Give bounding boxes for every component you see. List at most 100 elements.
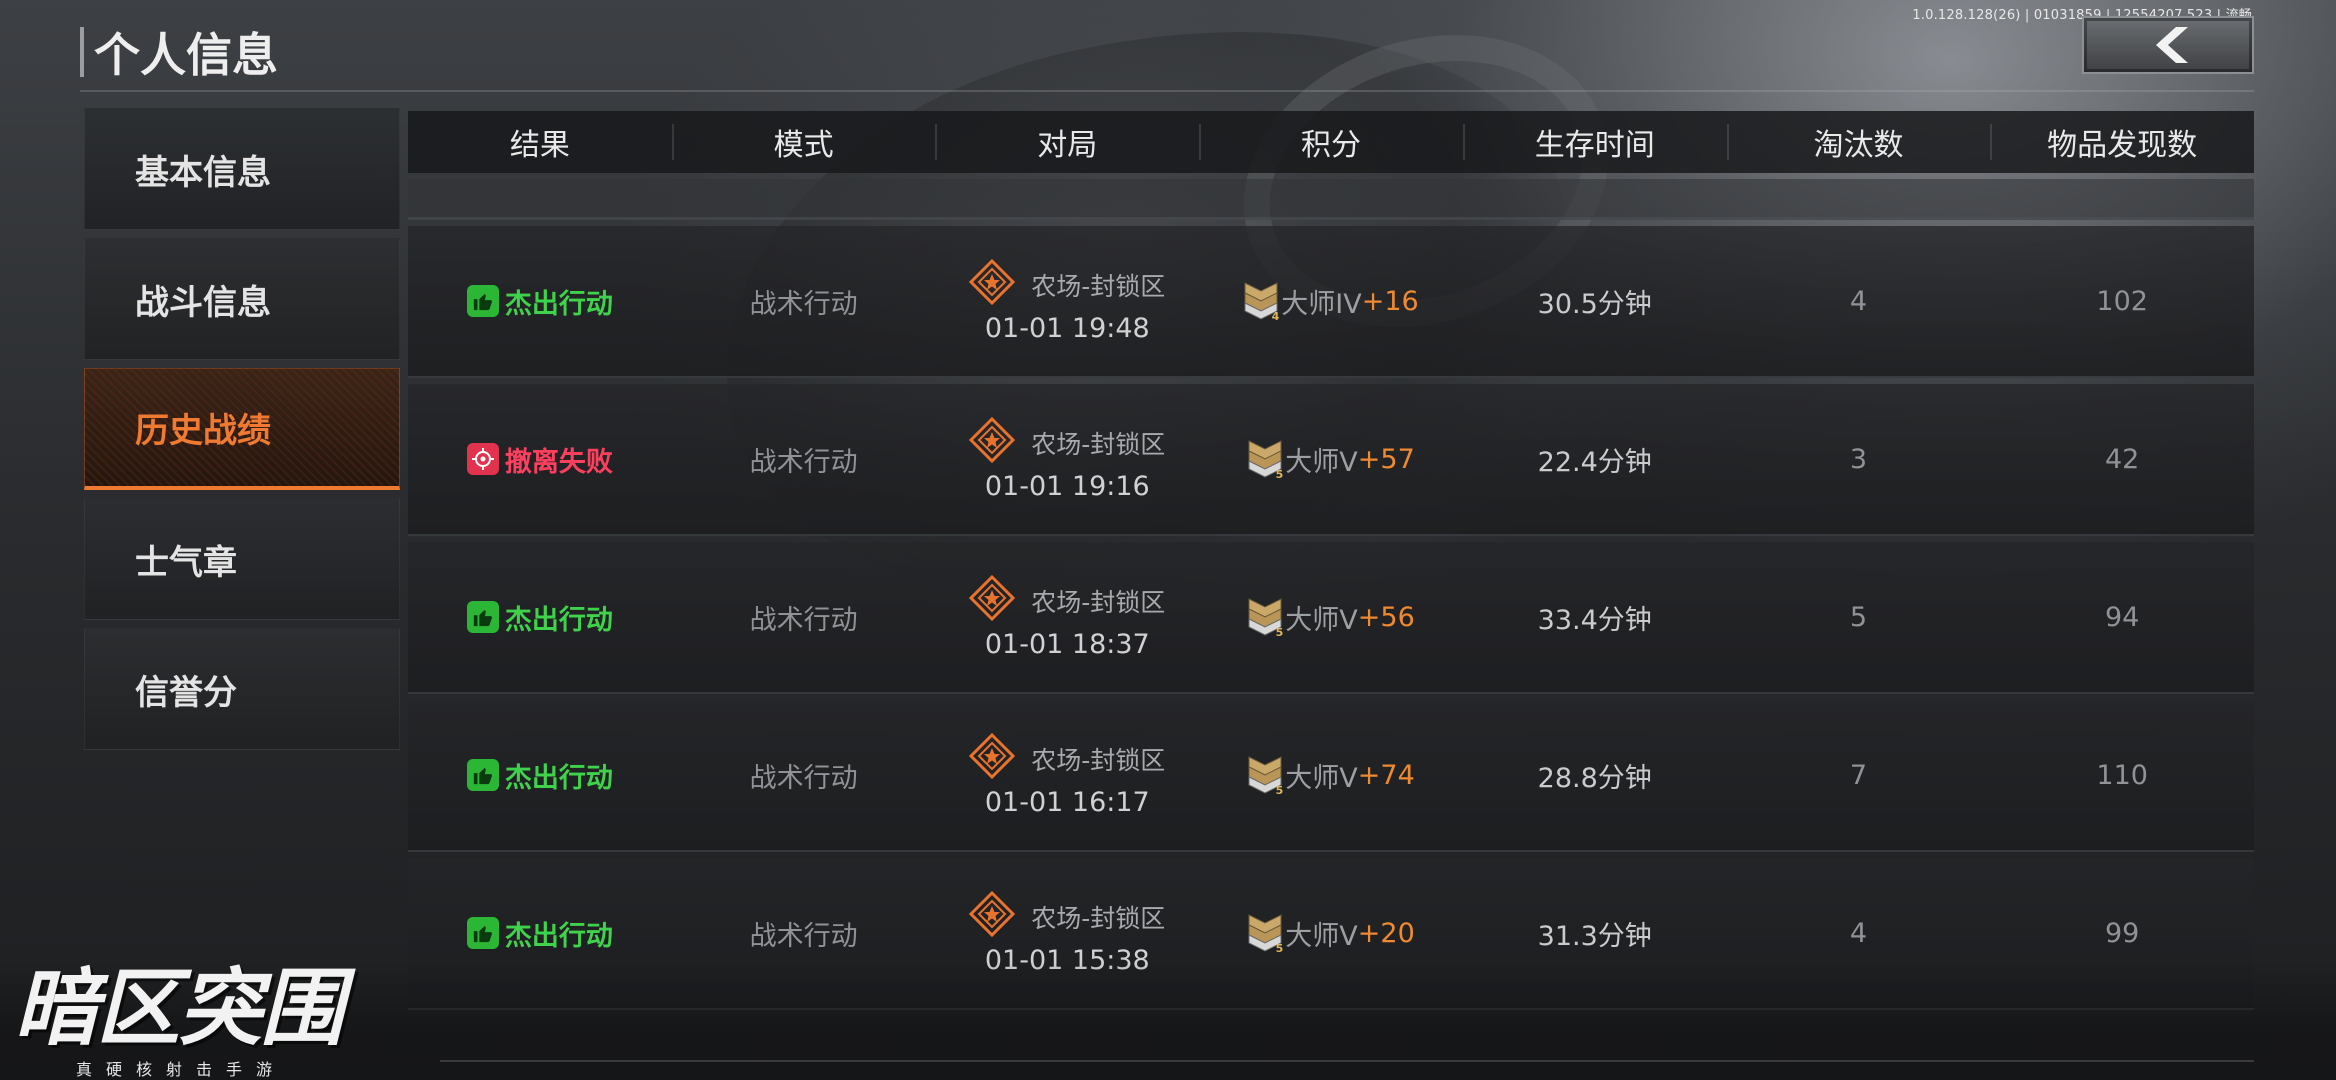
result-label: 杰出行动 (504, 762, 613, 794)
cell-score: 5 大师V +74 (1199, 755, 1463, 797)
map-name: 农场-封锁区 (1031, 587, 1166, 617)
table-row[interactable]: 杰出行动 战术行动 农场-封锁区 01-01 19:48 4 大师IV +16 30.5分钟 4… (408, 226, 2254, 378)
cell-kills: 3 (1849, 443, 1868, 475)
map-diamond-icon (969, 732, 1031, 785)
logo-title: 暗区突围 (14, 959, 344, 1057)
sidebar-item-label: 基本信息 (135, 152, 271, 193)
cell-mode: 战术行动 (749, 288, 858, 320)
table-row[interactable]: 撤离失败 战术行动 农场-封锁区 01-01 19:16 5 大师V +57 22.4分钟 3 4… (408, 384, 2254, 536)
footer-divider (440, 1060, 2254, 1062)
score-info: 5 大师V +20 (1247, 913, 1415, 955)
map-name: 农场-封锁区 (1031, 745, 1166, 775)
rank-level: 5 (1275, 468, 1284, 481)
column-header-items: 物品发现数 (1990, 120, 2254, 164)
column-header-score: 积分 (1199, 120, 1463, 164)
sidebar-item-label: 信誉分 (135, 672, 237, 713)
cell-survival-time: 28.8分钟 (1537, 762, 1652, 794)
logo-subtitle: 真硬核射击手游 (76, 1060, 287, 1079)
score-delta: +16 (1361, 285, 1419, 317)
score-info: 5 大师V +56 (1247, 597, 1415, 639)
table-row[interactable]: 杰出行动 战术行动 农场-封锁区 01-01 16:17 5 大师V +74 28.8分钟 7 1… (408, 700, 2254, 852)
result-label: 杰出行动 (504, 288, 613, 320)
match-info: 农场-封锁区 01-01 16:17 (969, 732, 1166, 818)
score-delta: +57 (1357, 443, 1415, 475)
cell-kills: 4 (1849, 917, 1868, 949)
column-header-kills: 淘汰数 (1726, 120, 1991, 164)
rank-chevron-icon: 5 (1247, 439, 1284, 481)
cell-items-found: 94 (2104, 601, 2140, 633)
table-spacer (408, 179, 2254, 220)
cell-result: 杰出行动 (408, 756, 672, 795)
sidebar-item-battle-info[interactable]: 战斗信息 (84, 238, 400, 360)
match-map: 农场-封锁区 (969, 732, 1166, 785)
score-info: 5 大师V +74 (1247, 755, 1415, 797)
match-time: 01-01 18:37 (984, 628, 1150, 660)
score-info: 4 大师IV +16 (1243, 281, 1419, 323)
match-info: 农场-封锁区 01-01 18:37 (969, 574, 1166, 660)
rank-name: 大师V (1285, 920, 1358, 952)
rank-level: 5 (1275, 626, 1284, 639)
match-map: 农场-封锁区 (969, 258, 1166, 311)
map-name: 农场-封锁区 (1031, 429, 1166, 459)
thumbs-up-icon (466, 759, 499, 791)
map-diamond-icon (969, 574, 1031, 627)
result-badge: 杰出行动 (466, 282, 613, 321)
cell-result: 杰出行动 (408, 282, 672, 321)
column-header-result: 结果 (509, 128, 570, 163)
rank-name: 大师V (1285, 604, 1358, 636)
sidebar-item-credit-score[interactable]: 信誉分 (84, 628, 400, 750)
game-logo: 暗区突围 真硬核射击手游 (14, 962, 366, 1080)
result-badge: 撤离失败 (466, 440, 613, 479)
thumbs-up-icon (466, 601, 499, 633)
sidebar-item-label: 历史战绩 (135, 411, 271, 451)
cell-mode: 战术行动 (749, 604, 858, 636)
cell-mode: 战术行动 (749, 920, 858, 952)
cell-items-found: 42 (2104, 443, 2140, 475)
map-diamond-icon (969, 416, 1031, 469)
cell-result: 杰出行动 (408, 914, 672, 953)
sidebar-item-basic-info[interactable]: 基本信息 (84, 108, 400, 230)
cell-match: 农场-封锁区 01-01 18:37 (935, 574, 1199, 660)
sidebar-item-morale-badge[interactable]: 士气章 (84, 498, 400, 620)
match-map: 农场-封锁区 (969, 890, 1166, 943)
table-body: 杰出行动 战术行动 农场-封锁区 01-01 19:48 4 大师IV +16 30.5分钟 4… (408, 226, 2254, 1010)
rank-name: 大师IV (1281, 288, 1362, 320)
cell-kills: 4 (1849, 285, 1868, 317)
cell-survival-time: 22.4分钟 (1537, 446, 1652, 478)
column-header-match: 对局 (935, 120, 1199, 164)
cell-match: 农场-封锁区 01-01 19:16 (935, 416, 1199, 502)
cell-result: 杰出行动 (408, 598, 672, 637)
map-name: 农场-封锁区 (1031, 271, 1166, 301)
cell-survival-time: 31.3分钟 (1537, 920, 1652, 952)
page-header: 个人信息 (80, 22, 278, 82)
header-divider (80, 90, 2254, 92)
result-badge: 杰出行动 (466, 914, 613, 953)
rank-level: 4 (1271, 310, 1280, 323)
back-button[interactable] (2082, 16, 2254, 74)
match-time: 01-01 16:17 (984, 786, 1150, 818)
rank-level: 5 (1275, 942, 1284, 955)
match-map: 农场-封锁区 (969, 574, 1166, 627)
history-table: 结果 模式 对局 积分 生存时间 淘汰数 物品发现数 杰出行动 战术行动 农场-封锁… (408, 111, 2254, 1010)
map-diamond-icon (969, 258, 1031, 311)
thumbs-up-icon (466, 285, 499, 317)
rank-chevron-icon: 5 (1247, 755, 1283, 797)
sidebar-item-match-history[interactable]: 历史战绩 (84, 368, 400, 490)
rank-chevron-icon: 5 (1247, 597, 1284, 639)
sidebar: 基本信息 战斗信息 历史战绩 士气章 信誉分 (84, 108, 400, 758)
table-row[interactable]: 杰出行动 战术行动 农场-封锁区 01-01 18:37 5 大师V +56 33.4分钟 5 9… (408, 542, 2254, 694)
cell-mode: 战术行动 (749, 762, 858, 794)
cell-items-found: 99 (2104, 917, 2140, 949)
table-header: 结果 模式 对局 积分 生存时间 淘汰数 物品发现数 (408, 111, 2254, 173)
cell-match: 农场-封锁区 01-01 16:17 (935, 732, 1199, 818)
column-header-mode: 模式 (671, 120, 936, 164)
score-info: 5 大师V +57 (1247, 439, 1415, 481)
page-title: 个人信息 (94, 28, 278, 82)
match-map: 农场-封锁区 (969, 416, 1166, 469)
chevron-left-icon (2156, 27, 2188, 63)
map-name: 农场-封锁区 (1031, 903, 1166, 933)
rank-chevron-icon: 5 (1247, 913, 1284, 955)
result-badge: 杰出行动 (466, 756, 613, 795)
cell-score: 5 大师V +57 (1199, 439, 1463, 481)
cell-score: 5 大师V +56 (1199, 597, 1463, 639)
